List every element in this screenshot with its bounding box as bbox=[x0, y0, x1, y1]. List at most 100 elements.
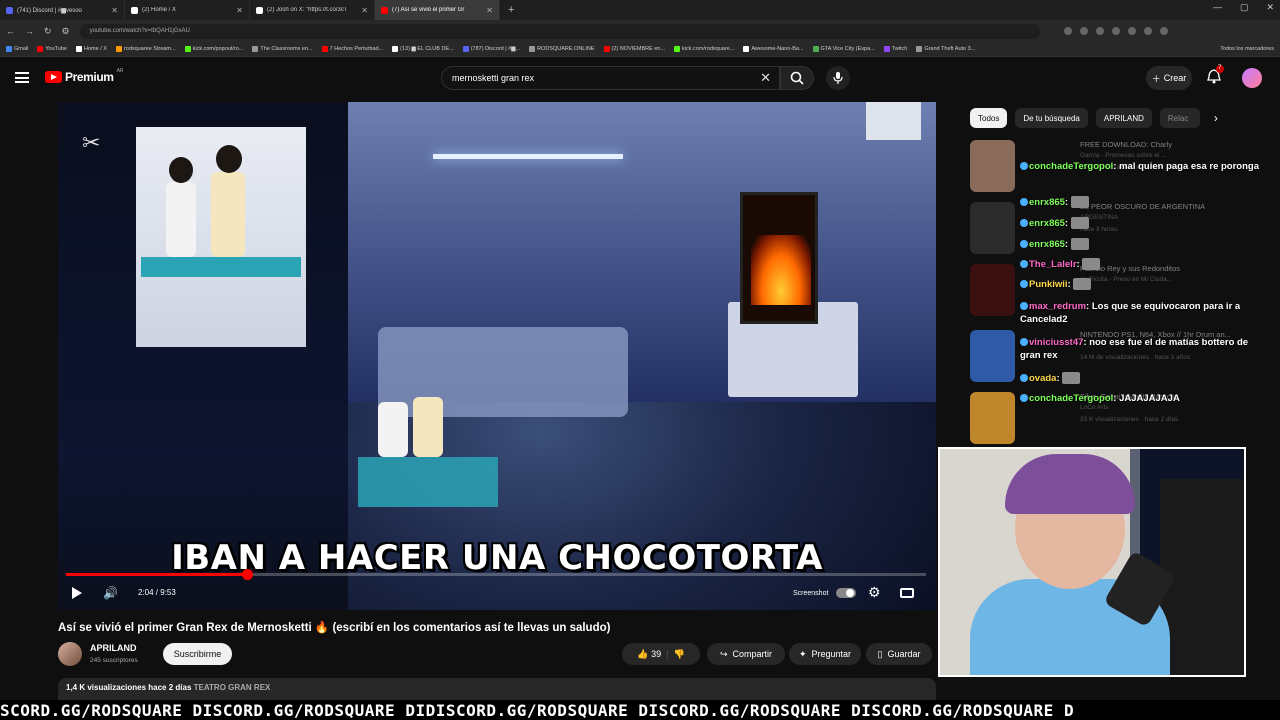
bookmark-favicon-icon bbox=[252, 46, 259, 52]
url-field[interactable]: youtube.com/watch?v=tbQAH1jGxAU bbox=[79, 23, 1040, 39]
miniplayer-icon[interactable] bbox=[900, 588, 914, 598]
extension-icon[interactable] bbox=[1111, 27, 1120, 35]
reload-icon[interactable]: ↻ bbox=[44, 26, 52, 37]
bookmarks-bar: Gmail YouTube Home / X rodsquaree Stream...… bbox=[0, 42, 1280, 57]
discord-ticker: SCORD.GG/RODSQUARE DISCORD.GG/RODSQUARE … bbox=[0, 700, 1280, 720]
chat-badge-icon bbox=[1020, 162, 1028, 171]
browser-tab[interactable]: (7) Así se vivió el primer Gr ✕ bbox=[375, 0, 500, 20]
settings-gear-icon[interactable]: ⚙ bbox=[868, 584, 881, 601]
video-thumbnail bbox=[970, 264, 1015, 316]
bookmark-item[interactable]: RODSQUARE.ONLINE bbox=[529, 46, 595, 52]
video-inset-kitchen bbox=[136, 127, 306, 347]
chat-badge-icon bbox=[1020, 219, 1028, 228]
bookmark-favicon-icon bbox=[812, 46, 819, 52]
like-button[interactable]: 👍 39 bbox=[637, 649, 661, 660]
voice-search-button[interactable] bbox=[826, 66, 850, 90]
search-button[interactable] bbox=[780, 66, 814, 90]
bookmark-item[interactable]: rodsquaree Stream... bbox=[115, 46, 176, 52]
close-window-icon[interactable]: ✕ bbox=[1266, 2, 1274, 13]
chat-username: conchadeTergopol bbox=[1029, 161, 1114, 172]
chat-text: : bbox=[1076, 259, 1080, 270]
bookmark-item[interactable]: (2) NOVIEMBRE en... bbox=[603, 46, 665, 52]
share-button[interactable]: ↪ Compartir bbox=[707, 643, 785, 665]
close-tab-icon[interactable]: ✕ bbox=[236, 6, 243, 15]
bookmark-item[interactable]: Gmail bbox=[6, 46, 28, 52]
bookmark-item[interactable]: Home / X bbox=[76, 46, 107, 52]
extension-icon[interactable] bbox=[1095, 27, 1104, 35]
youtube-header: Premium AR mernosketti gran rex ✕ ＋ Crea… bbox=[0, 58, 1280, 98]
account-avatar[interactable] bbox=[1242, 68, 1262, 88]
extension-icon[interactable] bbox=[1143, 27, 1152, 35]
youtube-premium-logo[interactable]: Premium AR bbox=[45, 68, 124, 84]
forward-icon[interactable]: → bbox=[25, 26, 34, 36]
chat-badge-icon bbox=[1020, 280, 1028, 289]
extensions-area bbox=[1063, 27, 1168, 35]
close-tab-icon[interactable]: ✕ bbox=[361, 6, 368, 15]
hamburger-menu-icon[interactable] bbox=[15, 72, 29, 83]
chevron-right-icon[interactable]: › bbox=[1214, 111, 1218, 125]
bookmark-icon: ▯ bbox=[877, 648, 883, 659]
bookmark-item[interactable]: Grand Theft Auto 3... bbox=[916, 46, 975, 52]
all-bookmarks[interactable]: Todos los marcadores bbox=[1220, 46, 1274, 52]
browser-tab[interactable]: (2) Home / X ✕ bbox=[125, 0, 250, 20]
progress-bar[interactable] bbox=[66, 569, 926, 580]
chat-emote-icon bbox=[1070, 238, 1089, 251]
back-icon[interactable]: ← bbox=[6, 26, 15, 36]
bookmark-item[interactable]: GTA Vice City (Espa... bbox=[812, 46, 875, 52]
extension-icon[interactable] bbox=[1063, 27, 1072, 35]
tab-favicon-icon bbox=[131, 6, 138, 14]
bookmark-item[interactable]: Twitch bbox=[883, 46, 907, 52]
screenshot-label[interactable]: Screenshot bbox=[793, 590, 828, 597]
channel-avatar[interactable] bbox=[58, 642, 82, 666]
bookmark-favicon-icon bbox=[6, 46, 12, 52]
search-input[interactable]: mernosketti gran rex ✕ bbox=[441, 66, 780, 90]
thumbs-down-icon[interactable]: 👎 bbox=[673, 649, 684, 660]
bookmark-item[interactable]: kick.com/popout/ro... bbox=[184, 46, 243, 52]
view-count: 1,4 K visualizaciones hace 2 días bbox=[66, 683, 192, 692]
profile-icon[interactable] bbox=[1159, 27, 1168, 35]
channel-name[interactable]: APRILAND bbox=[90, 643, 137, 653]
hashtag-link[interactable]: TEATRO GRAN REX bbox=[194, 683, 271, 692]
minimize-icon[interactable]: — bbox=[1213, 2, 1222, 13]
autoplay-toggle[interactable] bbox=[836, 588, 856, 598]
subscribe-button[interactable]: Suscribirme bbox=[163, 643, 232, 665]
chip-from-search[interactable]: De tu búsqueda bbox=[1015, 108, 1088, 128]
chat-badge-icon bbox=[1020, 260, 1028, 269]
bookmark-item[interactable]: The Classrooms en... bbox=[252, 46, 313, 52]
volume-icon[interactable]: 🔊 bbox=[103, 586, 118, 600]
bookmark-item[interactable]: 7 Hechos Perturbad... bbox=[321, 46, 383, 52]
bookmark-item[interactable]: Awesome-Nano-Ba... bbox=[743, 46, 804, 52]
bookmark-item[interactable]: (787) Discord | #▆... bbox=[462, 46, 520, 52]
maximize-icon[interactable]: ▢ bbox=[1240, 2, 1249, 13]
extension-icon[interactable] bbox=[1079, 27, 1088, 35]
bookmark-item[interactable]: (13) ▆ EL CLUB DE... bbox=[392, 46, 454, 52]
chat-message: The_Lalelr: bbox=[1020, 258, 1265, 271]
video-player[interactable]: ✂ IBAN A HACER UNA CHOCOTORTA 🔊 2:04 / 9… bbox=[58, 102, 936, 610]
chip-all[interactable]: Todos bbox=[970, 108, 1008, 128]
site-info-icon[interactable]: ⚙ bbox=[62, 26, 70, 37]
browser-tab[interactable]: (741) Discord | #▆vesoo ✕ bbox=[0, 0, 125, 20]
browser-tab[interactable]: (2) Josh on X: "https://t.co/3cT ✕ bbox=[250, 0, 375, 20]
chat-text: : JAJAJAJAJA bbox=[1113, 393, 1180, 404]
tab-favicon-icon bbox=[6, 6, 13, 14]
create-button[interactable]: ＋ Crear bbox=[1146, 66, 1192, 90]
close-tab-icon[interactable]: ✕ bbox=[111, 6, 118, 15]
bookmark-item[interactable]: YouTube bbox=[37, 46, 67, 52]
video-thumbnail bbox=[970, 140, 1015, 192]
chat-username: viniciusst47 bbox=[1029, 337, 1084, 348]
clear-search-icon[interactable]: ✕ bbox=[760, 70, 771, 86]
new-tab-button[interactable]: + bbox=[500, 4, 522, 16]
notifications-button[interactable]: 7 bbox=[1207, 65, 1224, 89]
play-icon[interactable] bbox=[72, 587, 82, 599]
chat-message: enrx865: bbox=[1020, 217, 1265, 230]
chat-username: enrx865 bbox=[1029, 197, 1065, 208]
browser-tab-bar: (741) Discord | #▆vesoo ✕ (2) Home / X ✕ (2)… bbox=[0, 0, 1280, 20]
extension-icon[interactable] bbox=[1127, 27, 1136, 35]
chip-channel[interactable]: APRILAND bbox=[1095, 108, 1152, 128]
close-tab-icon[interactable]: ✕ bbox=[486, 6, 493, 15]
tab-favicon-icon bbox=[256, 6, 263, 14]
bookmark-item[interactable]: kick.com/rodsquare... bbox=[674, 46, 734, 52]
save-button[interactable]: ▯ Guardar bbox=[866, 643, 932, 665]
ask-button[interactable]: ✦ Preguntar bbox=[789, 643, 861, 665]
chip-related[interactable]: Relac bbox=[1159, 108, 1200, 128]
